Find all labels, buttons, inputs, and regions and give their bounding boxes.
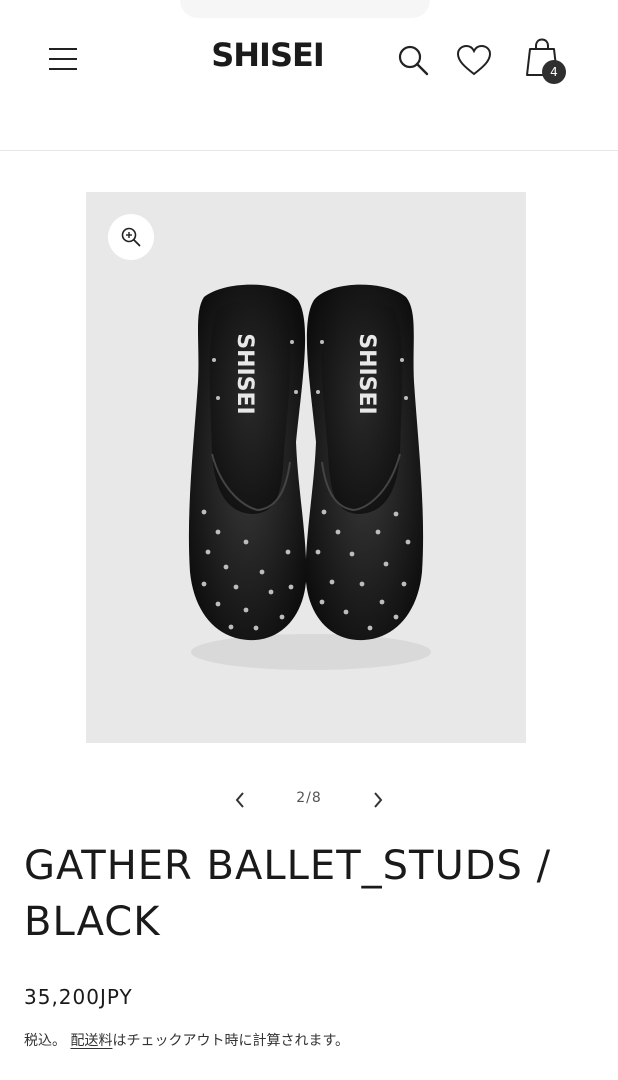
product-title: GATHER BALLET_STUDS / BLACK: [24, 843, 552, 945]
prev-slide-button[interactable]: [228, 788, 252, 812]
zoom-button[interactable]: [108, 214, 154, 260]
menu-button[interactable]: [44, 40, 82, 78]
brand-logo[interactable]: SHISEI: [200, 32, 335, 78]
ballet-flats-image: SHISEI SHISEI: [188, 284, 431, 670]
shipping-note-text: はチェックアウト時に計算されます。: [112, 1033, 350, 1049]
product-price: 35,200JPY: [24, 985, 133, 1009]
slide-counter: 2/8: [296, 790, 322, 806]
wishlist-button[interactable]: [454, 40, 494, 80]
cart-count-badge: 4: [542, 60, 566, 84]
site-header: SHISEI 4: [0, 0, 618, 151]
tax-shipping-note: 税込。 配送料はチェックアウト時に計算されます。: [24, 1030, 349, 1050]
search-button[interactable]: [394, 40, 432, 80]
left-insole-logo: SHISEI: [232, 333, 257, 415]
search-icon: [398, 45, 429, 76]
gallery-pager: 2/8: [0, 780, 618, 820]
zoom-in-icon: [121, 227, 141, 247]
menu-icon: [49, 48, 77, 70]
product-image[interactable]: SHISEI SHISEI: [86, 192, 526, 743]
overlay-hint: [180, 0, 430, 18]
heart-icon: [456, 44, 492, 76]
right-insole-logo: SHISEI: [354, 333, 379, 415]
chevron-left-icon: [235, 792, 244, 808]
tax-included-text: 税込。: [24, 1033, 66, 1049]
shipping-link[interactable]: 配送料: [70, 1033, 112, 1049]
next-slide-button[interactable]: [366, 788, 390, 812]
chevron-right-icon: [374, 792, 383, 808]
cart-button[interactable]: 4: [522, 36, 566, 84]
